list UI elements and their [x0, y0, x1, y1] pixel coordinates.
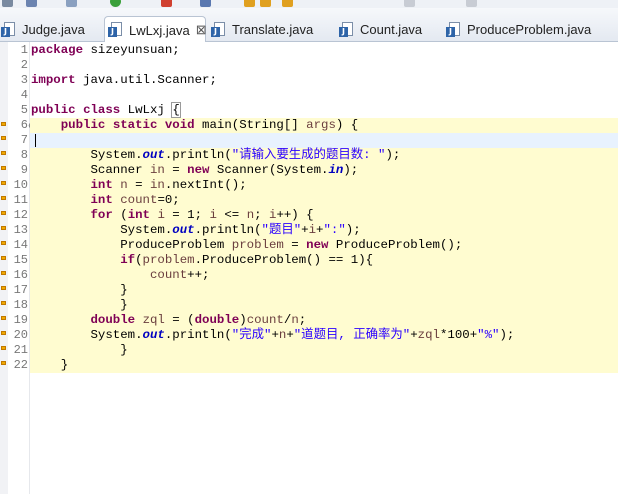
line-number: 10 — [13, 178, 28, 192]
code-line[interactable]: } — [31, 343, 127, 358]
code-line[interactable]: import java.util.Scanner; — [31, 73, 217, 88]
code-line[interactable]: double zql = (double)count/n; — [31, 313, 307, 328]
line-number: 22 — [13, 358, 28, 372]
line-number: 3 — [20, 73, 28, 87]
code-line[interactable]: int n = in.nextInt(); — [31, 178, 247, 193]
line-number: 1 — [20, 43, 28, 57]
warning-marker[interactable] — [1, 122, 6, 126]
run-icon[interactable] — [110, 0, 121, 7]
code-line[interactable]: public static void main(String[] args) { — [31, 118, 358, 133]
code-line[interactable]: ProduceProblem problem = new ProduceProb… — [31, 238, 462, 253]
line-number-gutter: 1 2 3 4 5 6 ⊖ 7 8 9 10 11 12 13 14 15 16… — [8, 42, 35, 494]
tab-label: Count.java — [360, 22, 423, 37]
java-file-icon: J — [108, 22, 125, 38]
code-line[interactable]: public class LwLxj { — [31, 102, 181, 118]
toolbar-icon[interactable] — [161, 0, 172, 7]
line-number: 4 — [20, 88, 28, 102]
line-number: 15 — [13, 253, 28, 267]
line-number: 21 — [13, 343, 28, 357]
line-number: 16 — [13, 268, 28, 282]
line-number: 7 — [20, 133, 28, 147]
tab-count[interactable]: J Count.java — [338, 17, 438, 42]
code-line[interactable]: System.out.println("请输入要生成的题目数: "); — [31, 148, 400, 163]
code-line[interactable]: System.out.println("完成"+n+"道题目, 正确率为"+zq… — [31, 328, 514, 343]
warning-marker[interactable] — [1, 211, 6, 215]
toolbar-icon[interactable] — [282, 0, 293, 7]
line-number: 18 — [13, 298, 28, 312]
back-icon[interactable] — [404, 0, 415, 7]
editor-tab-bar: J Judge.java J LwLxj.java ⊠ J Translate.… — [0, 8, 618, 43]
warning-marker[interactable] — [1, 151, 6, 155]
warning-marker[interactable] — [1, 196, 6, 200]
code-line[interactable]: count++; — [31, 268, 210, 283]
tab-label: Judge.java — [22, 22, 85, 37]
tab-produceproblem[interactable]: J ProduceProblem.java — [445, 17, 605, 42]
line-number: 12 — [13, 208, 28, 222]
java-file-icon: J — [1, 21, 18, 38]
code-line[interactable]: for (int i = 1; i <= n; i++) { — [31, 208, 314, 223]
warning-marker[interactable] — [1, 256, 6, 260]
code-editor[interactable]: 1 2 3 4 5 6 ⊖ 7 8 9 10 11 12 13 14 15 16… — [0, 42, 618, 494]
code-line[interactable]: } — [31, 283, 127, 298]
warning-marker[interactable] — [1, 136, 6, 140]
tab-judge[interactable]: J Judge.java — [0, 17, 96, 42]
toolbar-icon[interactable] — [200, 0, 211, 7]
java-file-icon: J — [211, 21, 228, 38]
warning-marker[interactable] — [1, 286, 6, 290]
line-number: 2 — [20, 58, 28, 72]
warning-marker[interactable] — [1, 361, 6, 365]
warning-marker[interactable] — [1, 241, 6, 245]
warning-marker[interactable] — [1, 346, 6, 350]
warning-marker[interactable] — [1, 271, 6, 275]
warning-marker[interactable] — [1, 301, 6, 305]
toolbar-icon[interactable] — [66, 0, 77, 7]
code-line[interactable]: package sizeyunsuan; — [31, 43, 180, 58]
line-number: 20 — [13, 328, 28, 342]
tab-label: ProduceProblem.java — [467, 22, 592, 37]
toolbar-icon[interactable] — [260, 0, 271, 7]
java-file-icon: J — [446, 21, 463, 38]
tab-lwlxj[interactable]: J LwLxj.java ⊠ — [104, 16, 207, 43]
line-number: 8 — [20, 148, 28, 162]
line-number: 17 — [13, 283, 28, 297]
highlighted-line — [30, 358, 618, 373]
toolbar-icon[interactable] — [26, 0, 37, 7]
line-number: 13 — [13, 223, 28, 237]
code-line[interactable]: if(problem.ProduceProblem() == 1){ — [31, 253, 373, 268]
line-number: 9 — [20, 163, 28, 177]
java-file-icon: J — [339, 21, 356, 38]
code-line[interactable]: int count=0; — [31, 193, 180, 208]
code-line[interactable]: } — [31, 298, 127, 313]
tab-label: LwLxj.java — [129, 22, 190, 38]
tab-label: Translate.java — [232, 22, 314, 37]
warning-marker[interactable] — [1, 166, 6, 170]
toolbar-icon[interactable] — [244, 0, 255, 7]
forward-icon[interactable] — [466, 0, 477, 7]
warning-marker[interactable] — [1, 331, 6, 335]
tab-translate[interactable]: J Translate.java — [210, 17, 326, 42]
close-icon[interactable]: ⊠ — [196, 22, 207, 38]
code-line[interactable]: System.out.println("题目"+i+":"); — [31, 223, 360, 238]
warning-marker[interactable] — [1, 181, 6, 185]
toolbar — [0, 0, 618, 8]
current-line — [30, 133, 618, 148]
line-number: 5 — [20, 103, 28, 117]
toolbar-icon[interactable] — [2, 0, 13, 7]
line-number: 6 — [20, 118, 28, 132]
warning-marker[interactable] — [1, 316, 6, 320]
warning-marker[interactable] — [1, 226, 6, 230]
code-line[interactable]: Scanner in = new Scanner(System.in); — [31, 163, 358, 178]
code-line[interactable]: } — [31, 358, 68, 373]
line-number: 11 — [13, 193, 28, 207]
line-number: 19 — [13, 313, 28, 327]
line-number: 14 — [13, 238, 28, 252]
text-cursor — [35, 134, 36, 147]
